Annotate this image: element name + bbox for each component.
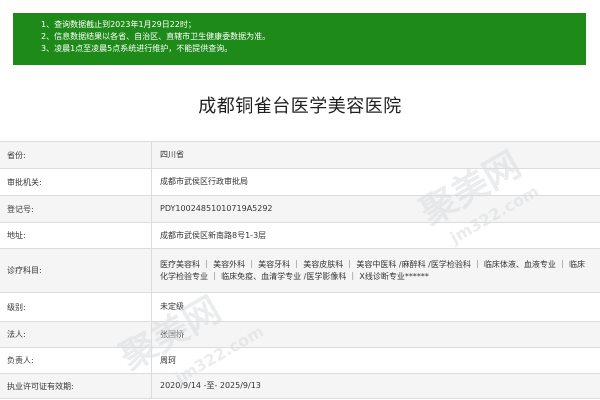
level-row: 级别: 未定级 (0, 293, 600, 322)
departments-label: 诊疗科目: (0, 249, 152, 292)
license-validity-row: 执业许可证有效期: 2020/9/14 -至- 2025/9/13 (0, 374, 600, 399)
person-in-charge-row: 负责人: 周珂 (0, 348, 600, 374)
province-value: 四川省 (160, 150, 184, 159)
page-title: 成都铜雀台医学美容医院 (198, 96, 402, 117)
license-validity-value: 2020/9/14 -至- 2025/9/13 (160, 381, 261, 390)
hospital-info-table: 省份: 四川省 审批机关: 成都市武侯区行政审批局 登记号: PDY100248… (0, 141, 600, 399)
notice-banner: 1、查询数据截止到2023年1月29日22时； 2、信息数据结果以各省、自治区、… (13, 13, 586, 65)
legal-person-value: 张国桥 (160, 329, 184, 339)
notice-line-3: 3、凌晨1点至凌晨5点系统进行维护，不能提供查询。 (41, 44, 233, 53)
address-value: 成都市武侯区新南路8号1-3层 (160, 230, 267, 240)
address-label: 地址: (0, 223, 152, 248)
legal-person-label: 法人: (0, 322, 152, 347)
license-validity-label: 执业许可证有效期: (0, 374, 152, 398)
level-value: 未定级 (160, 302, 184, 311)
person-in-charge-value: 周珂 (160, 355, 176, 365)
province-label: 省份: (0, 142, 152, 168)
notice-line-2: 2、信息数据结果以各省、自治区、直辖市卫生健康委数据为准。 (41, 32, 271, 41)
registration-no-label: 登记号: (0, 196, 152, 222)
departments-row: 诊疗科目: 医疗美容科 ｜ 美容外科 ｜ 美容牙科 ｜ 美容皮肤科 ｜ 美容中医… (0, 249, 600, 293)
province-row: 省份: 四川省 (0, 142, 600, 169)
person-in-charge-label: 负责人: (0, 348, 152, 373)
departments-value: 医疗美容科 ｜ 美容外科 ｜ 美容牙科 ｜ 美容皮肤科 ｜ 美容中医科 /麻醉科… (160, 259, 585, 281)
approval-authority-label: 审批机关: (0, 169, 152, 195)
registration-no-row: 登记号: PDY10024851010719A5292 (0, 196, 600, 223)
level-label: 级别: (0, 293, 152, 321)
approval-authority-value: 成都市武侯区行政审批局 (160, 177, 248, 186)
approval-authority-row: 审批机关: 成都市武侯区行政审批局 (0, 169, 600, 196)
registration-no-value: PDY10024851010719A5292 (160, 204, 273, 213)
notice-line-1: 1、查询数据截止到2023年1月29日22时； (41, 20, 196, 29)
address-row: 地址: 成都市武侯区新南路8号1-3层 (0, 223, 600, 249)
legal-person-row: 法人: 张国桥 (0, 322, 600, 348)
